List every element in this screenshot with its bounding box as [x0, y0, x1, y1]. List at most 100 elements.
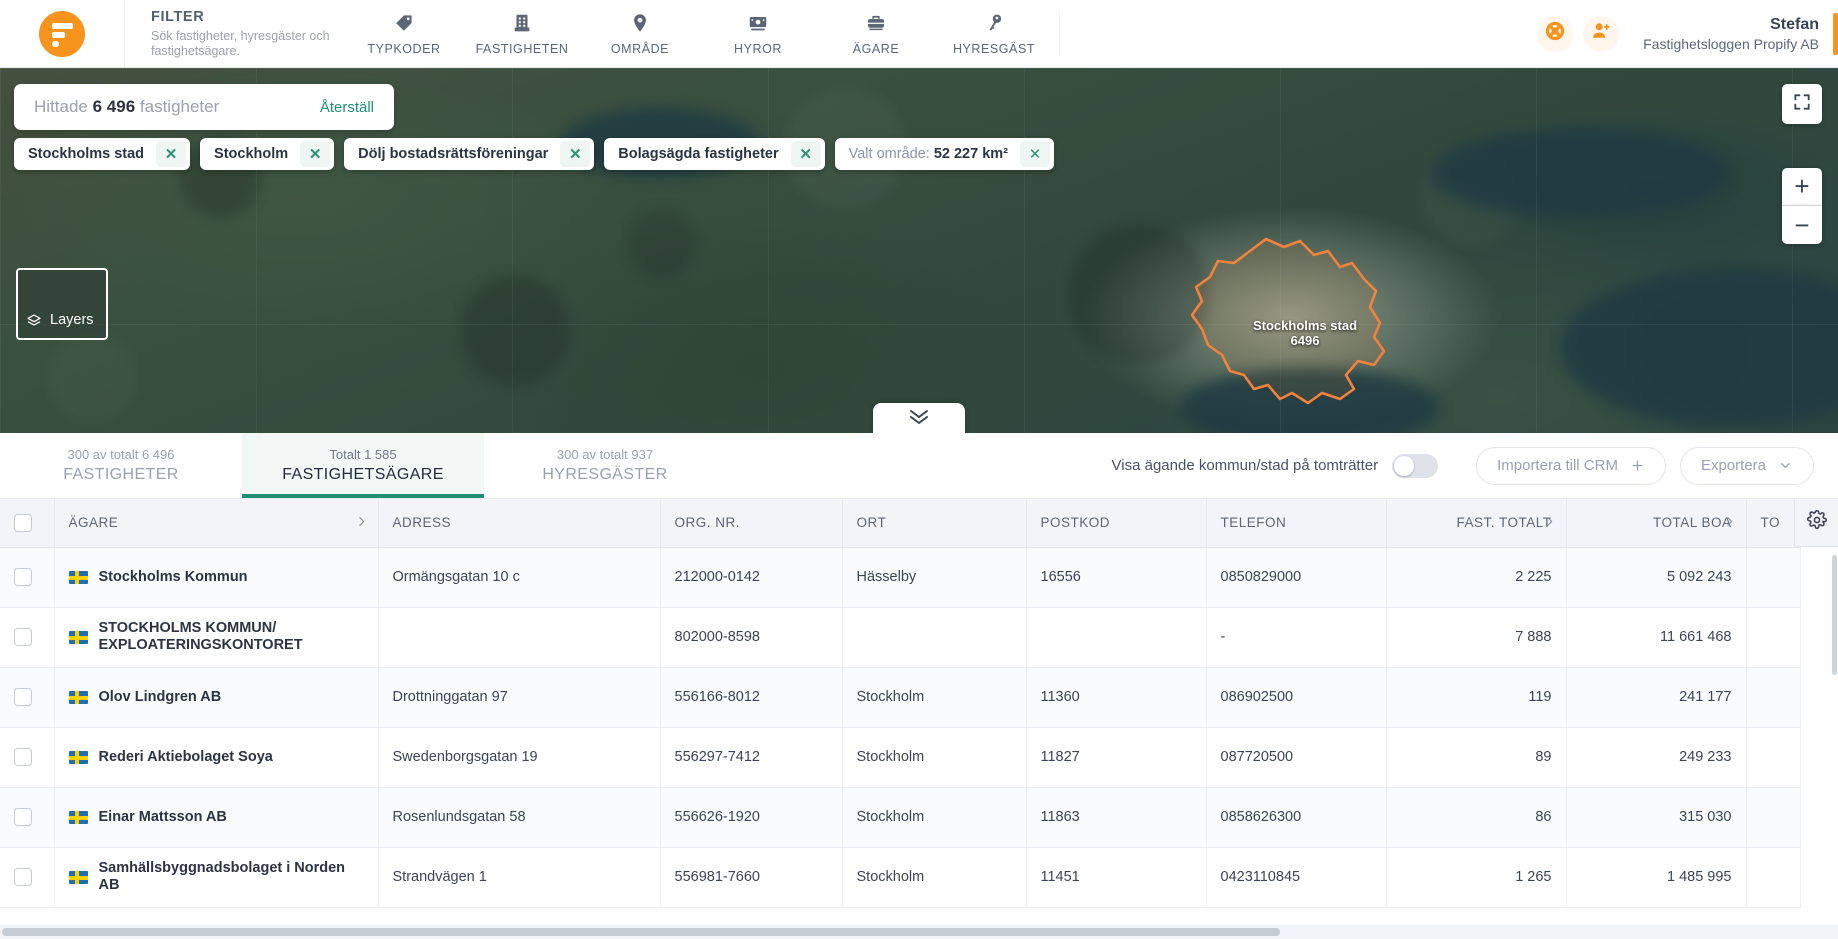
- column-header-agare[interactable]: ÄGARE: [54, 499, 379, 548]
- nav-item-agare[interactable]: ÄGARE: [817, 0, 935, 68]
- filter-chip-valt-omrade[interactable]: Valt område: 52 227 km² ✕: [834, 138, 1054, 170]
- chip-remove-icon[interactable]: ✕: [560, 141, 591, 167]
- filter-chip-stockholms-stad[interactable]: Stockholms stad ✕: [14, 138, 191, 170]
- add-user-button[interactable]: [1583, 15, 1620, 52]
- column-header-telefon[interactable]: TELEFON: [1206, 499, 1387, 548]
- cell-postkod: 11863: [1026, 787, 1207, 848]
- row-checkbox[interactable]: [14, 628, 32, 646]
- column-header-total-boa[interactable]: TOTAL BOA: [1566, 499, 1747, 548]
- filter-chip-bolagsagda-fastigheter[interactable]: Bolagsägda fastigheter ✕: [604, 138, 825, 170]
- column-header-adress[interactable]: ADRESS: [378, 499, 661, 548]
- cell-orgnr: 556981-7660: [660, 847, 843, 908]
- nav-item-fastigheten[interactable]: FASTIGHETEN: [463, 0, 581, 68]
- vertical-scroll-thumb[interactable]: [1832, 555, 1837, 675]
- cell-extra: [1746, 847, 1801, 908]
- export-button[interactable]: Exportera: [1679, 446, 1814, 485]
- cell-agare: Samhällsbyggnadsbolaget i Norden AB: [54, 847, 379, 908]
- cell-orgnr: 802000-8598: [660, 607, 843, 668]
- flag-se-icon: [68, 630, 88, 644]
- nav-item-typkoder[interactable]: TYPKODER: [345, 0, 463, 68]
- support-button[interactable]: [1537, 15, 1574, 52]
- cell-extra: [1746, 547, 1801, 608]
- sort-chevron-icon[interactable]: [355, 515, 368, 531]
- collapse-map-button[interactable]: [873, 403, 965, 433]
- zoom-in-button[interactable]: +: [1782, 168, 1822, 206]
- user-box[interactable]: Stefan Fastighetsloggen Propify AB: [1643, 12, 1838, 55]
- gear-icon: [1806, 510, 1827, 535]
- nav-item-hyresgast[interactable]: HYRESGÄST: [935, 0, 1053, 68]
- chip-remove-icon[interactable]: ✕: [790, 141, 821, 167]
- tab-hyresgaster[interactable]: 300 av totalt 937 HYRESGÄSTER: [484, 433, 726, 498]
- chip-remove-icon[interactable]: ✕: [300, 141, 331, 167]
- cell-fast-totalt: 89: [1386, 727, 1567, 788]
- table-row[interactable]: Olov Lindgren AB Drottninggatan 97 55616…: [0, 667, 1801, 728]
- table-row[interactable]: Samhällsbyggnadsbolaget i Norden AB Stra…: [0, 847, 1801, 908]
- reset-button[interactable]: Återställ: [320, 99, 374, 116]
- row-select-cell: [0, 727, 55, 788]
- filter-chip-dolj-bostadsrattsforeningar[interactable]: Dölj bostadsrättsföreningar ✕: [344, 138, 595, 170]
- nav-items: TYPKODER FASTIGHETEN OMRÅDE HYROR ÄGARE …: [345, 0, 1053, 68]
- cell-telefon: 0423110845: [1206, 847, 1387, 908]
- nav-item-omrade[interactable]: OMRÅDE: [581, 0, 699, 68]
- cell-agare: Einar Mattsson AB: [54, 787, 379, 848]
- map-canvas[interactable]: Stockholms stad 6496 Hittade 6 496 fasti…: [0, 68, 1838, 433]
- user-name: Stefan: [1770, 15, 1819, 33]
- cell-fast-totalt: 1 265: [1386, 847, 1567, 908]
- column-header-ort[interactable]: ORT: [842, 499, 1027, 548]
- column-label: ADRESS: [392, 515, 452, 531]
- sort-chevron-icon[interactable]: [1723, 515, 1736, 531]
- column-label: ORG. NR.: [674, 515, 741, 531]
- row-checkbox[interactable]: [14, 568, 32, 586]
- cell-total-boa: 249 233: [1566, 727, 1747, 788]
- row-checkbox[interactable]: [14, 868, 32, 886]
- cell-total-boa: 315 030: [1566, 787, 1747, 848]
- horizontal-scroll-thumb[interactable]: [2, 928, 1280, 936]
- search-input[interactable]: Hittade 6 496 fastigheter: [34, 97, 219, 117]
- flag-se-icon: [68, 690, 88, 704]
- cell-ort: Stockholm: [842, 727, 1027, 788]
- tab-fastighetsagare[interactable]: Totalt 1 585 FASTIGHETSÄGARE: [242, 433, 484, 498]
- results-table-container[interactable]: ÄGARE ADRESS ORG. NR. ORT POSTKOD TELEFO…: [0, 499, 1838, 939]
- column-header-fast-totalt[interactable]: FAST. TOTALT: [1386, 499, 1567, 548]
- owner-name: Olov Lindgren AB: [98, 688, 222, 705]
- chip-remove-icon[interactable]: ✕: [1019, 141, 1050, 167]
- column-header-partial[interactable]: TO: [1746, 499, 1801, 548]
- user-accent-bar: [1833, 12, 1838, 55]
- table-row[interactable]: Rederi Aktiebolaget Soya Swedenborgsgata…: [0, 727, 1801, 788]
- row-checkbox[interactable]: [14, 688, 32, 706]
- filter-title: FILTER: [151, 9, 205, 25]
- table-row[interactable]: Stockholms Kommun Ormängsgatan 10 c 2120…: [0, 547, 1801, 608]
- select-all-checkbox[interactable]: [14, 513, 32, 532]
- column-header-postkod[interactable]: POSTKOD: [1026, 499, 1207, 548]
- table-horizontal-scrollbar[interactable]: [0, 925, 1838, 939]
- cell-adress: Swedenborgsgatan 19: [378, 727, 661, 788]
- filter-chip-stockholm[interactable]: Stockholm ✕: [200, 138, 335, 170]
- table-vertical-scrollbar[interactable]: [1831, 499, 1838, 939]
- cell-postkod: 11451: [1026, 847, 1207, 908]
- app-logo[interactable]: [0, 10, 124, 57]
- table-header-row: ÄGARE ADRESS ORG. NR. ORT POSTKOD TELEFO…: [0, 499, 1801, 548]
- row-checkbox[interactable]: [14, 808, 32, 826]
- fullscreen-button[interactable]: [1782, 84, 1822, 124]
- table-row[interactable]: Einar Mattsson AB Rosenlundsgatan 58 556…: [0, 787, 1801, 848]
- import-to-crm-button[interactable]: Importera till CRM: [1476, 446, 1666, 485]
- tab-fastigheter[interactable]: 300 av totalt 6 496 FASTIGHETER: [0, 433, 242, 498]
- cell-total-boa: 5 092 243: [1566, 547, 1747, 608]
- zoom-out-button[interactable]: −: [1782, 206, 1822, 244]
- cell-agare: Rederi Aktiebolaget Soya: [54, 727, 379, 788]
- propify-logo-icon: [39, 10, 85, 57]
- sort-chevron-icon[interactable]: [1543, 515, 1556, 531]
- layers-button[interactable]: Layers: [16, 268, 108, 340]
- cell-total-boa: 241 177: [1566, 667, 1747, 728]
- chip-label: Stockholms stad: [28, 146, 145, 162]
- row-select-cell: [0, 787, 55, 848]
- chip-remove-icon[interactable]: ✕: [156, 141, 187, 167]
- nav-item-hyror[interactable]: HYROR: [699, 0, 817, 68]
- show-municipality-toggle[interactable]: [1392, 453, 1439, 478]
- search-bar[interactable]: Hittade 6 496 fastigheter Återställ: [14, 84, 394, 130]
- row-checkbox[interactable]: [14, 748, 32, 766]
- column-header-orgnr[interactable]: ORG. NR.: [660, 499, 843, 548]
- row-select-cell: [0, 667, 55, 728]
- table-row[interactable]: STOCKHOLMS KOMMUN/ EXPLOATERINGSKONTORET…: [0, 607, 1801, 668]
- row-select-cell: [0, 547, 55, 608]
